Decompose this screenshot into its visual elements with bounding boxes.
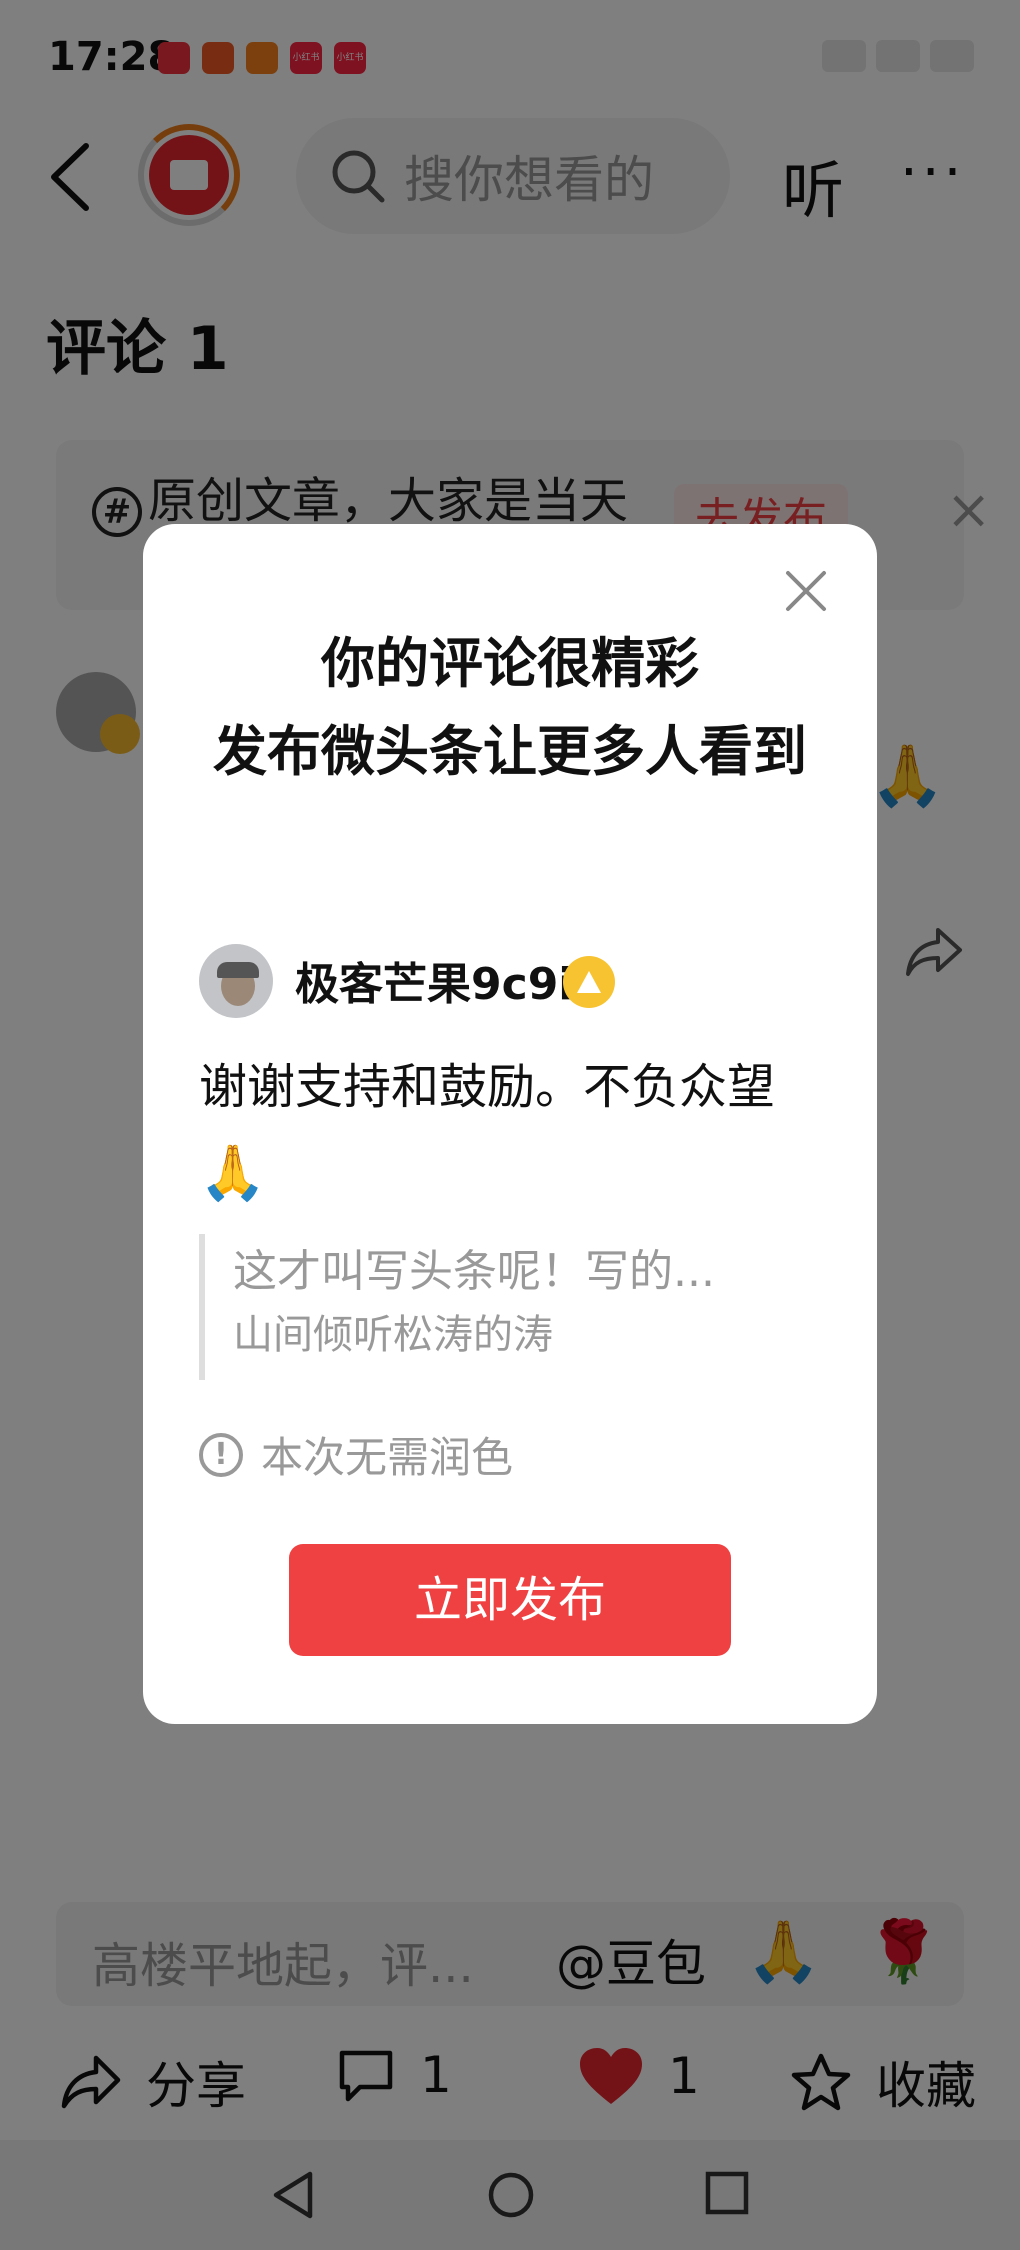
polish-notice: ! 本次无需润色 [199, 1424, 513, 1485]
dialog-title: 你的评论很精彩 发布微头条让更多人看到 [143, 620, 877, 796]
publish-prompt-dialog: 你的评论很精彩 发布微头条让更多人看到 极客芒果9c9i 谢谢支持和鼓励。不负众… [143, 524, 877, 1724]
close-icon[interactable] [783, 568, 829, 614]
dialog-title-line1: 你的评论很精彩 [321, 632, 699, 695]
publish-now-button[interactable]: 立即发布 [289, 1544, 731, 1656]
user-avatar [199, 944, 273, 1018]
quoted-article: 这才叫写头条呢！写的... 山间倾听松涛的涛 [199, 1234, 819, 1380]
medal-icon [563, 956, 615, 1008]
notice-text: 本次无需润色 [261, 1433, 514, 1482]
quote-author: 山间倾听松涛的涛 [233, 1312, 553, 1358]
comment-emoji: 🙏 [199, 1141, 267, 1204]
username: 极客芒果9c9i [295, 959, 574, 1010]
comment-text: 谢谢支持和鼓励。不负众望 🙏 [199, 1044, 839, 1218]
comment-body: 谢谢支持和鼓励。不负众望 [199, 1059, 776, 1115]
quote-text: 这才叫写头条呢！写的... [233, 1246, 715, 1297]
info-icon: ! [199, 1432, 243, 1477]
dialog-title-line2: 发布微头条让更多人看到 [213, 720, 807, 783]
modal-overlay-nav [0, 2140, 1020, 2250]
